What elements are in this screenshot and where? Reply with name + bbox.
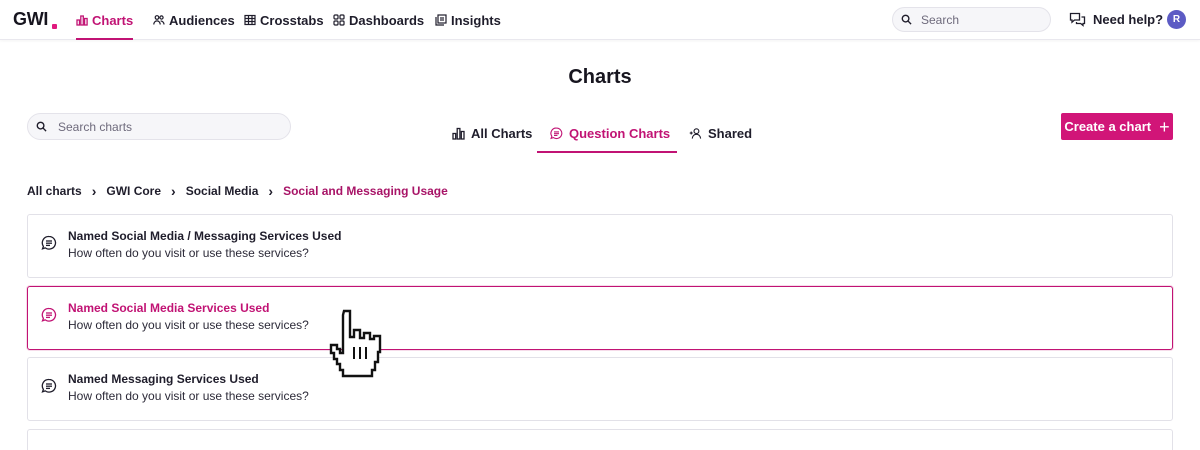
breadcrumb-item-social-media[interactable]: Social Media: [186, 184, 259, 198]
logo-dot: [52, 24, 57, 29]
tab-shared[interactable]: Shared: [689, 114, 752, 153]
nav-item-insights[interactable]: Insights: [435, 0, 501, 40]
create-chart-label: Create a chart: [1064, 119, 1152, 134]
create-chart-button[interactable]: Create a chart +: [1061, 113, 1173, 140]
nav-item-dashboards[interactable]: Dashboards: [333, 0, 424, 40]
global-search-input[interactable]: [921, 12, 1041, 27]
chart-search[interactable]: [27, 113, 291, 140]
need-help-label: Need help?: [1093, 11, 1164, 27]
hand-pointer-cursor-icon: [329, 309, 382, 378]
grid-icon: [333, 14, 345, 26]
chart-title: Named Messaging Services Used: [68, 372, 259, 386]
tab-label-shared: Shared: [708, 126, 753, 141]
breadcrumb-item-gwi-core[interactable]: GWI Core: [106, 184, 161, 198]
pages-icon: [435, 14, 447, 26]
table-icon: [244, 14, 256, 26]
chart-list-item[interactable]: [27, 429, 1173, 450]
plus-icon: +: [1159, 116, 1170, 137]
chart-list-item[interactable]: Named Messaging Services Used How often …: [27, 357, 1173, 421]
chart-title: Named Social Media / Messaging Services …: [68, 229, 342, 243]
bar-chart-icon: [76, 15, 88, 26]
tab-label-all-charts: All Charts: [471, 126, 533, 141]
gwi-logo[interactable]: GWI: [13, 9, 48, 30]
chart-list-item[interactable]: Named Social Media / Messaging Services …: [27, 214, 1173, 278]
nav-label-audiences: Audiences: [169, 12, 235, 28]
chart-question: How often do you visit or use these serv…: [68, 389, 309, 403]
nav-label-insights: Insights: [451, 12, 501, 28]
share-user-icon: [689, 128, 702, 139]
breadcrumb-item-all-charts[interactable]: All charts: [27, 184, 82, 198]
nav-label-charts: Charts: [92, 12, 134, 28]
nav-item-charts[interactable]: Charts: [76, 0, 134, 40]
chevron-right-icon: ›: [171, 183, 176, 199]
active-tab-indicator: [537, 151, 677, 153]
question-bubble-icon: [41, 235, 57, 250]
breadcrumb-item-current: Social and Messaging Usage: [283, 184, 448, 198]
chart-search-input[interactable]: [58, 119, 178, 134]
breadcrumb: All charts › GWI Core › Social Media › S…: [27, 183, 448, 199]
chart-title: Named Social Media Services Used: [68, 301, 270, 315]
chart-list-item[interactable]: Named Social Media Services Used How oft…: [27, 286, 1173, 350]
chat-bubbles-icon: [1069, 12, 1086, 27]
nav-label-crosstabs: Crosstabs: [260, 12, 324, 28]
chevron-right-icon: ›: [91, 183, 97, 199]
chevron-right-icon: ›: [268, 183, 274, 199]
tab-label-question-charts: Question Charts: [569, 126, 671, 141]
user-avatar[interactable]: R: [1167, 10, 1186, 29]
nav-label-dashboards: Dashboards: [349, 12, 425, 28]
global-search[interactable]: [892, 7, 1051, 32]
search-icon: [36, 121, 47, 132]
nav-item-crosstabs[interactable]: Crosstabs: [244, 0, 324, 40]
tab-all-charts[interactable]: All Charts: [452, 114, 532, 153]
question-bubble-icon: [41, 307, 57, 322]
question-bubble-icon: [550, 127, 563, 140]
need-help-button[interactable]: Need help?: [1069, 0, 1163, 38]
question-bubble-icon: [41, 378, 57, 393]
bar-chart-icon: [452, 127, 465, 140]
top-navigation: GWI Charts Audiences Crosstabs Dashboard…: [0, 0, 1200, 40]
tab-question-charts[interactable]: Question Charts: [550, 114, 670, 153]
chart-question: How often do you visit or use these serv…: [68, 318, 309, 332]
nav-item-audiences[interactable]: Audiences: [153, 0, 235, 40]
page-title: Charts: [568, 66, 632, 88]
search-icon: [901, 14, 912, 25]
chart-question: How often do you visit or use these serv…: [68, 246, 309, 260]
people-icon: [153, 15, 165, 25]
